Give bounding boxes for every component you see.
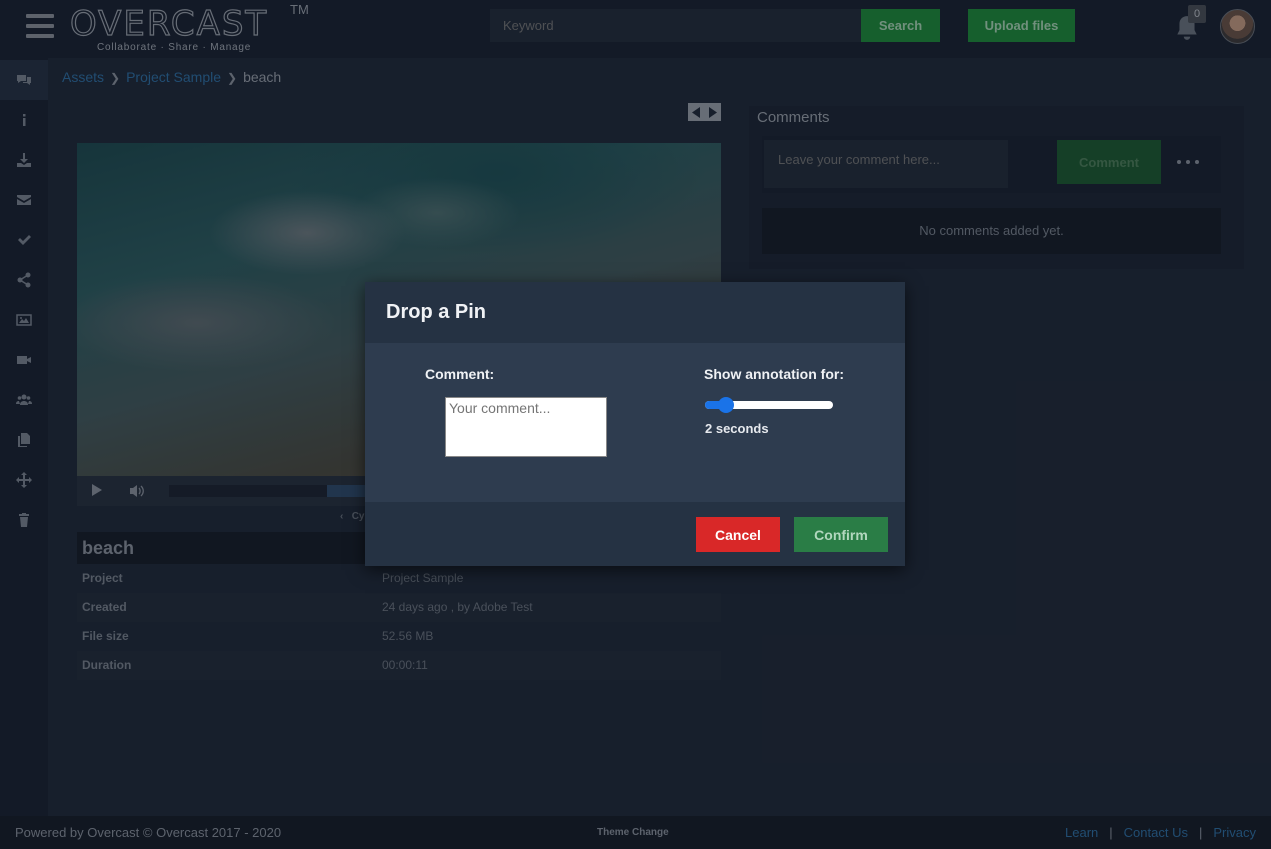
pin-comment-input[interactable]	[445, 397, 607, 457]
slider-thumb[interactable]	[718, 397, 735, 413]
modal-title: Drop a Pin	[386, 301, 487, 323]
modal-body: Comment: Show annotation for: 2 seconds	[365, 343, 905, 502]
confirm-button[interactable]: Confirm	[794, 517, 888, 552]
annotation-duration-value: 2 seconds	[705, 421, 769, 436]
annotation-duration-label: Show annotation for:	[704, 366, 844, 382]
modal-footer: Cancel Confirm	[365, 502, 905, 566]
comment-label: Comment:	[425, 366, 495, 382]
annotation-duration-slider[interactable]	[705, 397, 833, 413]
cancel-button[interactable]: Cancel	[696, 517, 780, 552]
drop-pin-modal: Drop a Pin Comment: Show annotation for:…	[365, 282, 905, 566]
modal-header: Drop a Pin	[365, 282, 905, 343]
